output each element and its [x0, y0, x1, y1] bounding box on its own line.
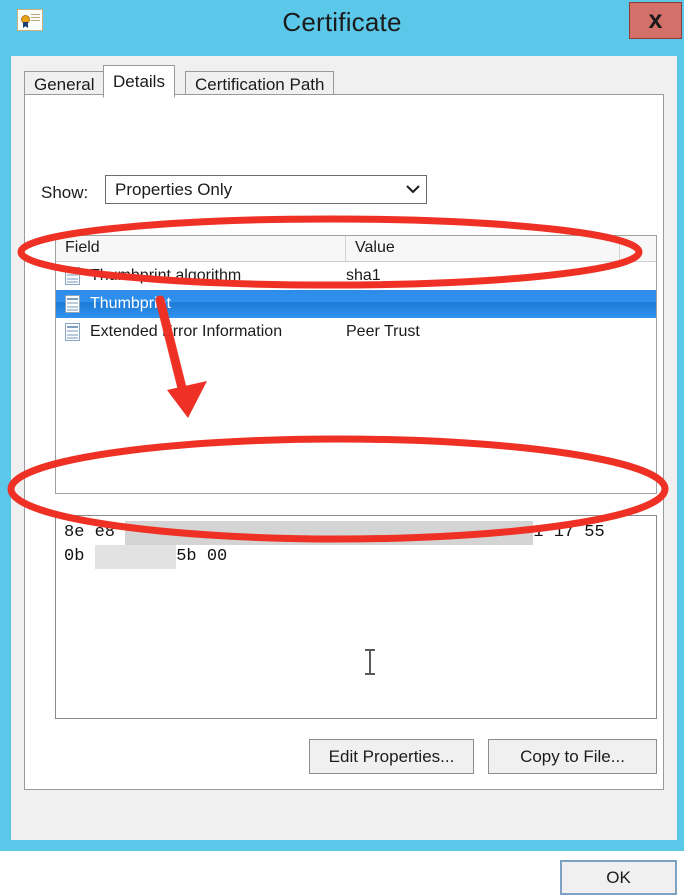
row-field-name: Thumbprint algorithm [90, 267, 242, 284]
column-header-extra[interactable] [620, 236, 656, 261]
field-icon [62, 266, 84, 286]
column-header-value[interactable]: Value [346, 236, 620, 261]
ok-button[interactable]: OK [560, 860, 677, 895]
chevron-down-icon [400, 181, 426, 198]
dialog-body: General Details Certification Path Show:… [11, 56, 677, 895]
thumbprint-line1-prefix: 8e e8 [64, 523, 126, 542]
row-field-name: Extended Error Information [90, 323, 283, 340]
field-icon [62, 322, 84, 342]
thumbprint-line2-redaction [94, 545, 177, 569]
close-button[interactable]: x [629, 2, 682, 39]
show-label: Show: [41, 183, 89, 202]
table-row[interactable]: Thumbprint algorithm sha1 [56, 262, 656, 290]
thumbprint-line2-prefix: 0b [64, 547, 95, 566]
title-bar: Certificate x [0, 0, 684, 56]
window-title: Certificate [282, 7, 402, 37]
list-header: Field Value [56, 236, 656, 262]
thumbprint-line1-suffix: 1 17 55 [533, 523, 605, 542]
close-icon: x [648, 6, 663, 34]
table-row[interactable]: Extended Error Information Peer Trust [56, 318, 656, 346]
certificate-dialog-window: Certificate x General Details Certificat… [0, 0, 684, 895]
show-dropdown[interactable]: Properties Only [105, 175, 427, 204]
tab-details[interactable]: Details [103, 65, 175, 98]
copy-to-file-button[interactable]: Copy to File... [488, 739, 657, 774]
row-field-value: Peer Trust [346, 323, 420, 340]
table-row-selected[interactable]: Thumbprint [56, 290, 656, 318]
thumbprint-line1-redaction [125, 521, 534, 545]
tab-strip: General Details Certification Path [24, 65, 664, 98]
field-value-textbox[interactable]: 8e e8 1 17 55 0b 5b 00 [55, 515, 657, 719]
column-header-field[interactable]: Field [56, 236, 346, 261]
row-field-value: sha1 [346, 267, 381, 284]
show-dropdown-value: Properties Only [115, 179, 233, 199]
thumbprint-value-text: 8e e8 1 17 55 0b 5b 00 [64, 521, 605, 569]
row-field-name: Thumbprint [90, 295, 171, 312]
certificate-field-list[interactable]: Field Value Thumbprint algorithm sha1 Th… [55, 235, 657, 494]
field-icon [62, 294, 84, 314]
thumbprint-line2-suffix: 5b 00 [176, 547, 228, 566]
edit-properties-button[interactable]: Edit Properties... [309, 739, 474, 774]
